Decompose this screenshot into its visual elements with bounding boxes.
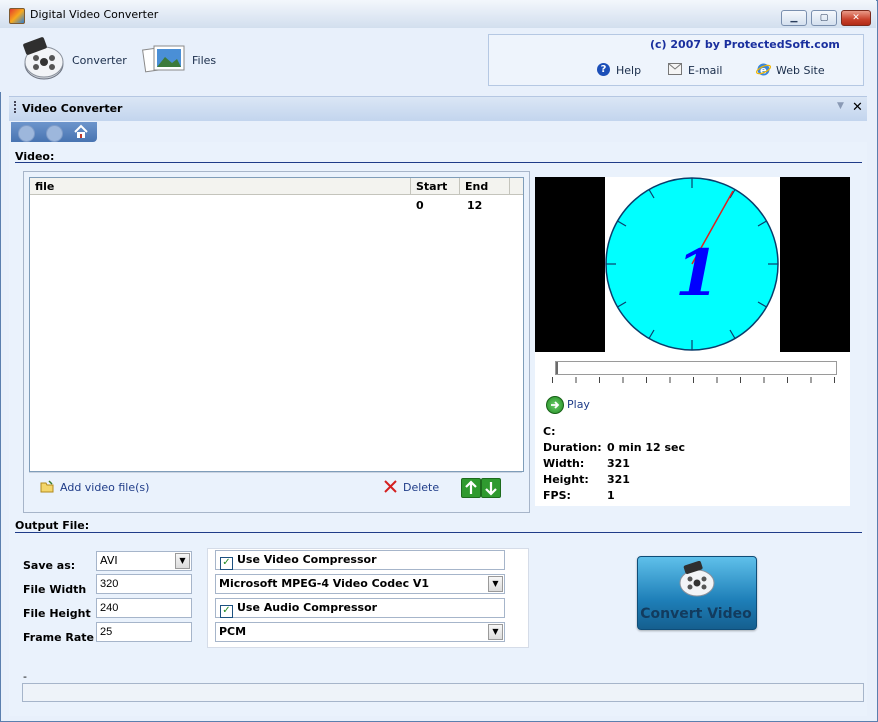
chevron-down-icon[interactable]: ▼ [488, 576, 503, 592]
photo-stack-icon [142, 45, 185, 73]
audio-codec-value: PCM [219, 625, 247, 638]
film-reel-icon [679, 561, 715, 597]
audio-compressor-label: Use Audio Compressor [237, 601, 378, 614]
converter-label[interactable]: Converter [72, 54, 127, 67]
table-row[interactable]: 0 12 [30, 196, 523, 212]
save-as-select[interactable]: AVI ▼ [96, 551, 192, 571]
slider-thumb[interactable] [556, 362, 558, 374]
help-icon[interactable]: ? [597, 63, 610, 76]
status-text: - [23, 670, 27, 683]
duration-value: 0 min 12 sec [607, 441, 686, 454]
clock-frame-image: 1 [605, 177, 779, 351]
file-path-label: C: [543, 425, 556, 438]
right-letterbox [780, 177, 850, 352]
fps-value: 1 [607, 489, 615, 502]
row-start-cell: 0 [416, 199, 424, 212]
forward-button[interactable] [46, 125, 63, 142]
clock-number: 1 [675, 236, 720, 311]
app-icon [9, 8, 25, 24]
minimize-button[interactable]: ▁ [781, 10, 807, 26]
row-end-cell: 12 [467, 199, 483, 212]
column-header-file[interactable]: file [30, 178, 411, 195]
column-header-start[interactable]: Start [411, 178, 460, 195]
slider-ticks [552, 377, 836, 383]
film-reel-icon [23, 37, 64, 80]
file-width-label: File Width [23, 583, 87, 596]
video-compressor-label: Use Video Compressor [237, 553, 377, 566]
output-divider [15, 532, 862, 533]
copyright-text: (c) 2007 by ProtectedSoft.com [650, 38, 840, 51]
video-codec-value: Microsoft MPEG-4 Video Codec V1 [219, 577, 430, 590]
checkmark-icon[interactable]: ✓ [220, 605, 233, 618]
height-value: 321 [607, 473, 630, 486]
move-up-button[interactable] [461, 478, 481, 498]
grip-icon[interactable] [14, 101, 18, 113]
play-button[interactable]: Play [567, 398, 590, 411]
video-file-list[interactable]: file Start End 0 12 [29, 177, 524, 472]
maximize-button[interactable]: ▢ [811, 10, 837, 26]
add-video-files-button[interactable]: Add video file(s) [60, 481, 149, 494]
video-divider [15, 162, 862, 163]
width-label: Width: [543, 457, 585, 470]
files-button[interactable] [142, 42, 188, 78]
chevron-down-icon[interactable]: ▼ [175, 553, 190, 569]
output-section-label: Output File: [15, 519, 90, 532]
panel-title: Video Converter [22, 102, 123, 115]
chevron-down-icon[interactable]: ▼ [488, 624, 503, 640]
arrow-down-icon [485, 482, 497, 496]
checkmark-icon[interactable]: ✓ [220, 557, 233, 570]
convert-video-label[interactable]: Convert Video [637, 606, 755, 622]
list-footer-divider [29, 472, 522, 473]
file-height-input[interactable] [96, 598, 192, 618]
back-button[interactable] [18, 125, 35, 142]
video-codec-select[interactable]: Microsoft MPEG-4 Video Codec V1 ▼ [215, 574, 505, 594]
column-header-end[interactable]: End [460, 178, 510, 195]
panel-close-icon[interactable]: ✕ [852, 100, 863, 115]
save-as-label: Save as: [23, 559, 76, 572]
home-icon[interactable] [73, 124, 89, 140]
email-icon[interactable] [668, 63, 682, 75]
position-slider[interactable] [555, 361, 837, 375]
move-down-button[interactable] [481, 478, 501, 498]
play-icon[interactable] [546, 396, 564, 414]
file-height-label: File Height [23, 607, 91, 620]
window-title: Digital Video Converter [30, 8, 159, 21]
column-header-filler [510, 178, 523, 195]
audio-compressor-checkbox[interactable]: ✓ Use Audio Compressor [215, 598, 505, 618]
frame-rate-label: Frame Rate [23, 631, 95, 644]
internet-explorer-icon[interactable]: e [755, 62, 772, 77]
width-value: 321 [607, 457, 630, 470]
left-letterbox [535, 177, 605, 352]
email-link[interactable]: E-mail [688, 64, 723, 77]
file-width-input[interactable] [96, 574, 192, 594]
fps-label: FPS: [543, 489, 571, 502]
save-as-value: AVI [100, 554, 118, 567]
video-preview: 1 [535, 177, 850, 352]
height-label: Height: [543, 473, 589, 486]
frame-rate-input[interactable] [96, 622, 192, 642]
help-link[interactable]: Help [616, 64, 641, 77]
panel-dropdown-icon[interactable]: ▼ [837, 101, 844, 111]
add-folder-icon[interactable] [40, 480, 54, 493]
converter-button[interactable] [20, 36, 68, 84]
files-label[interactable]: Files [192, 54, 216, 67]
audio-codec-select[interactable]: PCM ▼ [215, 622, 505, 642]
delete-icon[interactable] [383, 479, 398, 494]
arrow-up-icon [465, 480, 477, 494]
panel-header [9, 96, 867, 121]
video-compressor-checkbox[interactable]: ✓ Use Video Compressor [215, 550, 505, 570]
close-window-button[interactable]: ✕ [841, 10, 871, 26]
delete-button[interactable]: Delete [403, 481, 439, 494]
website-link[interactable]: Web Site [776, 64, 825, 77]
duration-label: Duration: [543, 441, 602, 454]
progress-bar [22, 683, 864, 702]
